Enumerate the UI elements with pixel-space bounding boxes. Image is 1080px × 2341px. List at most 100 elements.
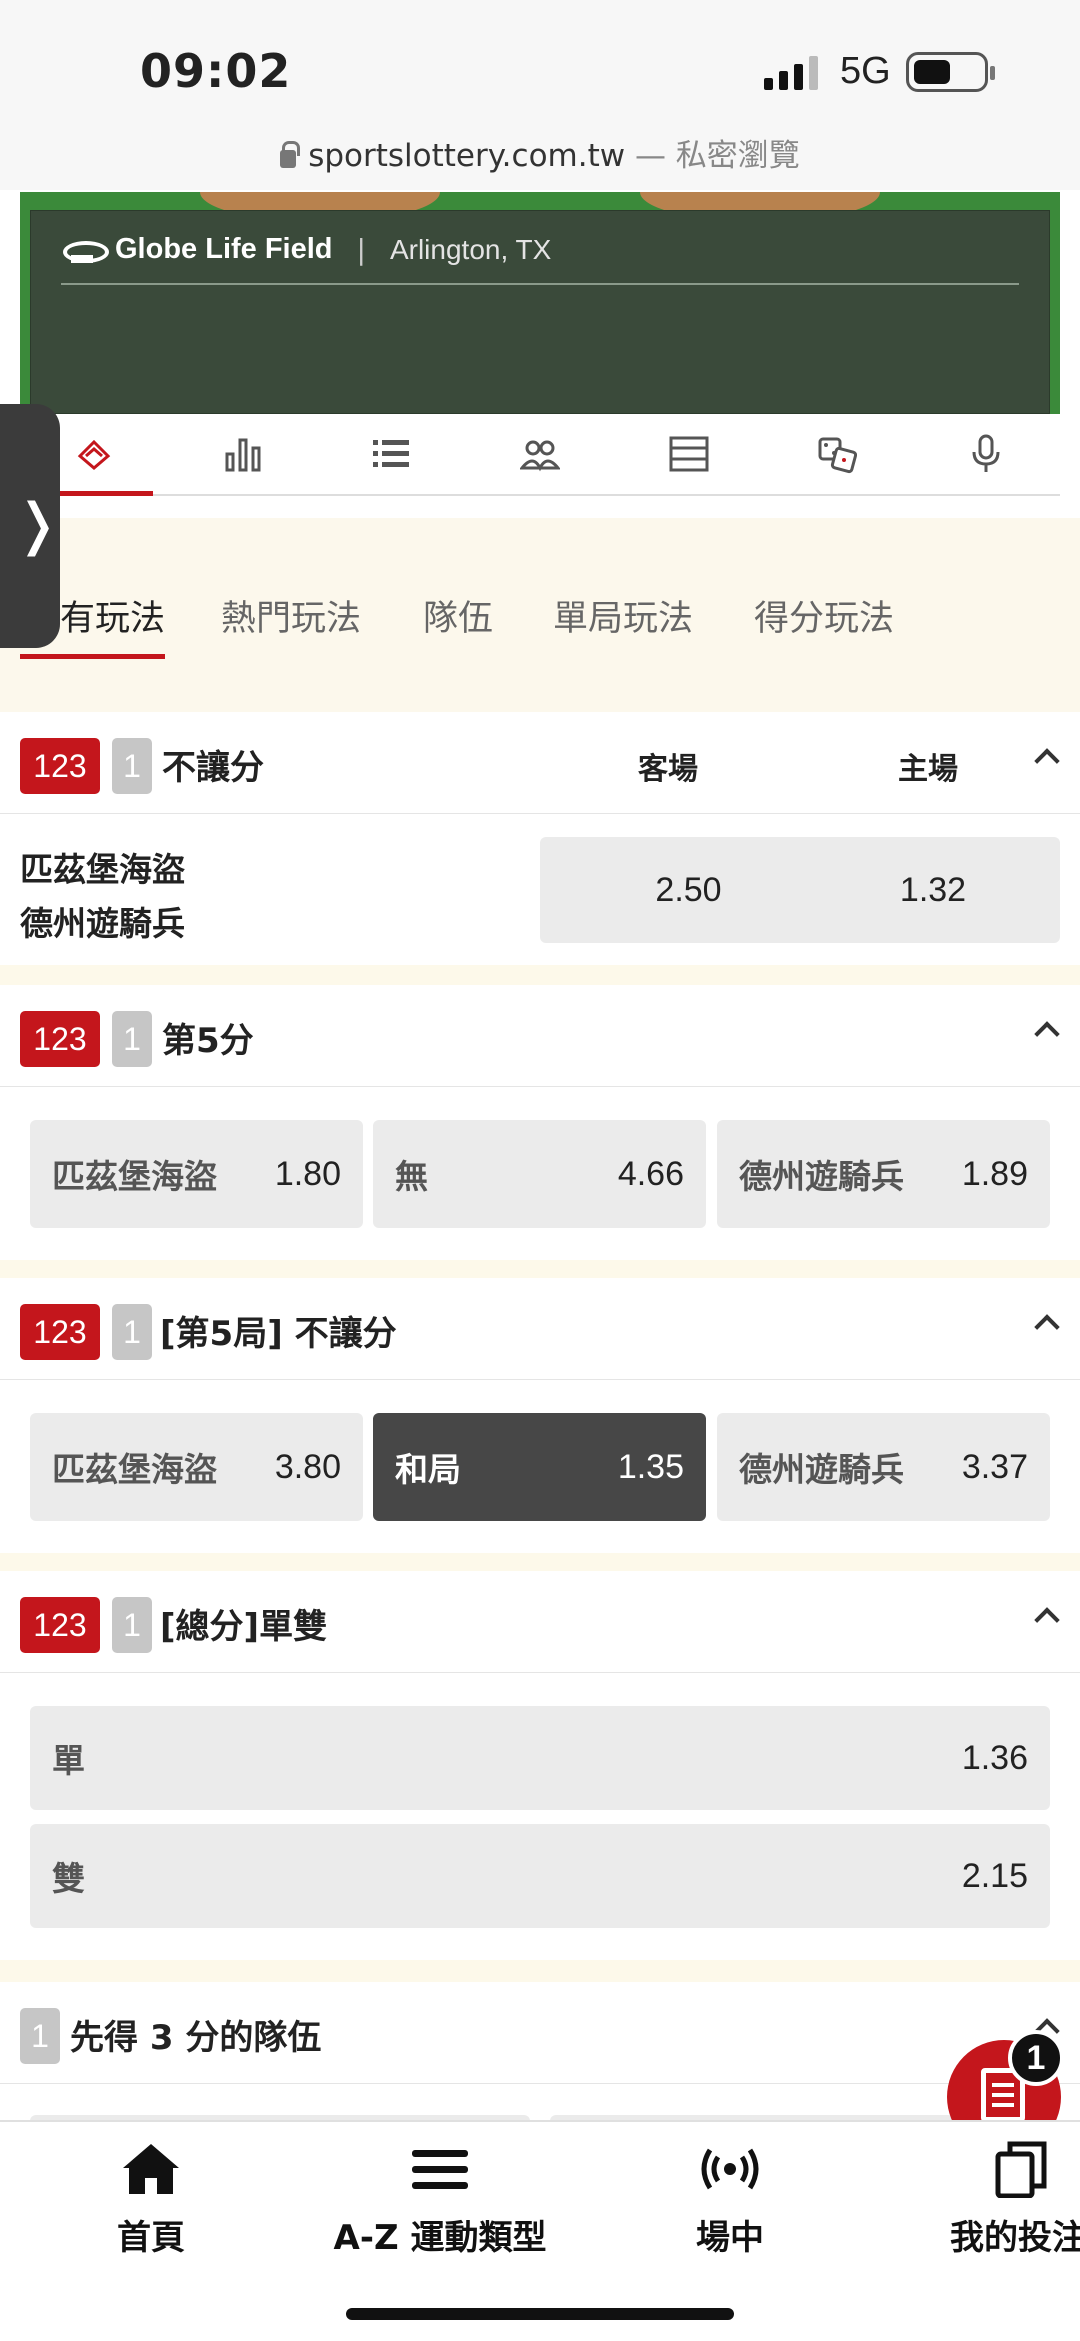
odds-button-option[interactable]: 無 4.66 (373, 1120, 706, 1228)
odds-value: 1.32 (899, 870, 967, 909)
market-header-first-to-3[interactable]: 1 先得 3 分的隊伍 (0, 1982, 1080, 2084)
section-divider (0, 1960, 1080, 1984)
tab-dice[interactable] (763, 414, 912, 494)
tab-popular[interactable]: 熱門玩法 (221, 590, 361, 641)
odds-value: 1.89 (961, 1154, 1028, 1193)
nav-my-bets[interactable]: 我的投注 (948, 2140, 1080, 2259)
home-column-header: 主場 (898, 752, 958, 787)
odds-button-even[interactable]: 雙 2.15 (30, 1824, 1050, 1928)
market-count-badge: 1 (20, 2008, 60, 2064)
odds-button-option[interactable]: 德州遊騎兵 3.37 (717, 1413, 1050, 1521)
home-icon (123, 2144, 179, 2194)
away-column-header: 客場 (638, 752, 698, 787)
odds-button-option[interactable]: 匹茲堡海盜 1.80 (30, 1120, 363, 1228)
market-row-moneyline: 匹茲堡海盜 德州遊騎兵 2.50 1.32 (0, 815, 1080, 965)
odds-button-option[interactable]: 德州遊騎兵 1.89 (717, 1120, 1050, 1228)
nav-my-bets-label: 我的投注 (950, 2218, 1080, 2258)
market-code-badge: 123 (20, 738, 100, 794)
market-title: 先得 3 分的隊伍 (70, 2018, 322, 2058)
odds-button-option[interactable]: 匹茲堡海盜 3.80 (30, 1413, 363, 1521)
bet-category-tabs: 有玩法 熱門玩法 隊伍 單局玩法 得分玩法 (0, 518, 1080, 712)
chevron-right-icon: ❭ (14, 492, 61, 557)
odds-value: 2.50 (655, 870, 722, 909)
option-label: 德州遊騎兵 (739, 1450, 904, 1489)
market-code-badge: 123 (20, 1597, 100, 1653)
odds-button-home[interactable]: 1.32 (806, 837, 1060, 943)
option-label: 無 (395, 1157, 428, 1196)
market-header-moneyline[interactable]: 123 1 不讓分 客場 主場 (0, 712, 1080, 814)
nav-sports-label: A-Z 運動類型 (333, 2218, 547, 2258)
odds-button-away[interactable]: 2.50 (540, 837, 837, 943)
tab-audio[interactable] (911, 414, 1060, 494)
stats-icon (225, 438, 261, 472)
tab-list[interactable] (317, 414, 466, 494)
copy-icon (995, 2141, 1047, 2199)
option-label: 德州遊騎兵 (739, 1157, 904, 1196)
venue-name: Globe Life Field (115, 233, 333, 265)
market-row-odd-even: 單 1.36 雙 2.15 (0, 1674, 1080, 1960)
odds-value: 1.36 (961, 1738, 1028, 1777)
private-mode-label: — 私密瀏覽 (625, 138, 800, 174)
venue-location: Arlington, TX (389, 233, 552, 265)
status-time: 09:02 (140, 44, 292, 98)
tab-inning[interactable]: 單局玩法 (553, 590, 693, 641)
home-indicator (346, 2308, 734, 2320)
matchup: 匹茲堡海盜 德州遊騎兵 (20, 843, 185, 951)
list-icon (373, 440, 410, 467)
odds-button-option-selected[interactable]: 和局 1.35 (373, 1413, 706, 1521)
field-icon (78, 439, 111, 470)
market-count-badge: 1 (112, 1304, 152, 1360)
odds-button-odd[interactable]: 單 1.36 (30, 1706, 1050, 1810)
market-title: [總分]單雙 (160, 1607, 328, 1647)
icon-tab-bar (20, 414, 1060, 496)
section-divider (0, 1260, 1080, 1280)
table-icon (669, 436, 709, 472)
tab-teams[interactable]: 隊伍 (423, 590, 493, 641)
market-header-fifth-run[interactable]: 123 1 第5分 (0, 985, 1080, 1087)
market-row-inning5: 匹茲堡海盜 3.80 和局 1.35 德州遊騎兵 3.37 (0, 1381, 1080, 1553)
market-title: 不讓分 (162, 748, 264, 788)
nav-sports[interactable]: A-Z 運動類型 (330, 2140, 550, 2259)
dice-icon (818, 437, 858, 474)
market-header-inning5[interactable]: 123 1 [第5局] 不讓分 (0, 1278, 1080, 1380)
option-label: 雙 (52, 1859, 85, 1898)
nav-home[interactable]: 首頁 (96, 2140, 206, 2259)
market-header-odd-even[interactable]: 123 1 [總分]單雙 (0, 1571, 1080, 1673)
signal-icon (764, 56, 818, 90)
market-title: [第5局] 不讓分 (160, 1314, 397, 1354)
tab-all-bets[interactable]: 有玩法 (19, 590, 166, 659)
tab-lineup[interactable] (466, 414, 615, 494)
market-count-badge: 1 (112, 1011, 152, 1067)
tab-table[interactable] (614, 414, 763, 494)
stadium-icon (61, 235, 109, 265)
option-label: 和局 (395, 1450, 461, 1489)
nav-live-label: 場中 (696, 2218, 764, 2258)
team-home-name: 德州遊騎兵 (20, 904, 185, 943)
option-label: 匹茲堡海盜 (52, 1450, 217, 1489)
nav-home-label: 首頁 (117, 2218, 185, 2258)
address-bar[interactable]: sportslottery.com.tw — 私密瀏覽 (0, 130, 1080, 175)
side-drawer-toggle[interactable]: ❭ (0, 404, 61, 648)
market-count-badge: 1 (112, 1597, 152, 1653)
lock-icon (280, 141, 301, 168)
market-count-badge: 1 (112, 738, 152, 794)
bet-slip-count-badge: 1 (1008, 2030, 1064, 2086)
chevron-up-icon[interactable] (1034, 748, 1060, 774)
menu-icon (412, 2150, 468, 2189)
odds-value: 1.35 (617, 1447, 684, 1486)
chevron-up-icon[interactable] (1034, 1314, 1060, 1340)
chevron-up-icon[interactable] (1034, 1021, 1060, 1047)
nav-live[interactable]: 場中 (680, 2140, 780, 2259)
tab-stats[interactable] (169, 414, 318, 494)
section-divider (0, 1553, 1080, 1573)
live-broadcast-icon (701, 2148, 759, 2190)
odds-value: 2.15 (961, 1856, 1028, 1895)
market-code-badge: 123 (20, 1304, 100, 1360)
venue-banner: Globe Life Field | Arlington, TX (20, 192, 1060, 414)
tab-scoring[interactable]: 得分玩法 (754, 590, 894, 641)
chevron-up-icon[interactable] (1034, 1607, 1060, 1633)
url-text: sportslottery.com.tw (308, 138, 626, 174)
odds-value: 4.66 (617, 1154, 684, 1193)
lineup-icon (520, 440, 561, 472)
team-away-name: 匹茲堡海盜 (20, 850, 185, 889)
